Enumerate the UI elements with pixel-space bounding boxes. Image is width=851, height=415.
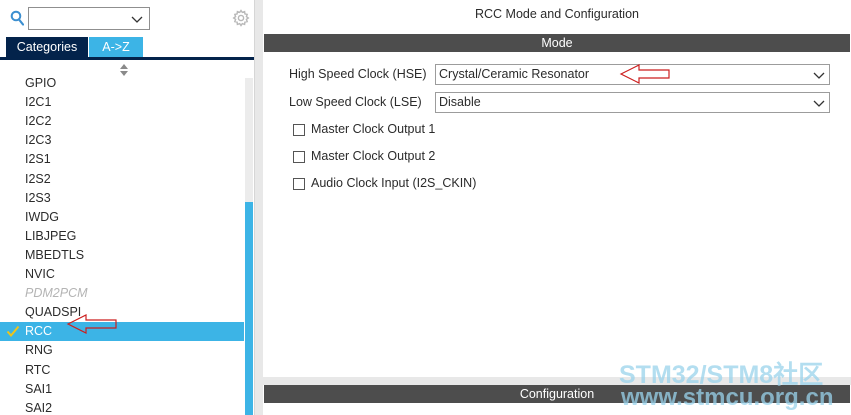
peripheral-label: GPIO — [25, 76, 57, 90]
peripheral-item-i2c1[interactable]: I2C1 — [0, 93, 244, 112]
mode-section-header[interactable]: Mode — [264, 34, 850, 52]
peripheral-item-i2c2[interactable]: I2C2 — [0, 112, 244, 131]
peripheral-item-mbedtls[interactable]: MBEDTLS — [0, 246, 244, 265]
peripheral-label: I2C1 — [25, 95, 52, 110]
search-icon[interactable] — [10, 10, 24, 26]
peripheral-label: SAI1 — [25, 381, 53, 396]
peripheral-label: I2S1 — [25, 152, 51, 167]
peripheral-label: RCC — [25, 324, 53, 339]
hint-arrow-icon — [66, 314, 117, 334]
checkbox-box[interactable] — [293, 124, 305, 136]
peripheral-item-pdm2pcm[interactable]: PDM2PCM — [0, 284, 244, 303]
checkbox-label: Master Clock Output 1 — [311, 122, 436, 136]
chevron-down-icon — [813, 100, 825, 107]
peripheral-list: GPIO I2C1 I2C2 I2C3 I2S1 I2S2 I2S3 IWDG LIBJPEG M… — [0, 57, 254, 415]
tab-categories[interactable]: Categories — [6, 37, 88, 57]
check-icon — [6, 326, 20, 338]
peripheral-item-rtc[interactable]: RTC — [0, 361, 244, 380]
peripheral-item-i2s2[interactable]: I2S2 — [0, 170, 244, 189]
peripheral-item-gpio[interactable]: GPIO — [0, 74, 244, 93]
peripheral-item-i2s3[interactable]: I2S3 — [0, 189, 244, 208]
peripheral-label: PDM2PCM — [25, 286, 88, 301]
panel-splitter-horizontal[interactable] — [263, 377, 851, 385]
peripheral-item-rcc[interactable]: RCC — [0, 322, 244, 342]
peripheral-panel: Categories A->Z GPIO I2C1 I2C2 I2C3 I2S1 I2S2… — [0, 0, 256, 415]
peripheral-item-quadspi[interactable]: QUADSPI — [0, 303, 244, 322]
gear-icon[interactable] — [232, 9, 250, 27]
hint-arrow-icon — [619, 64, 670, 84]
peripheral-label: I2C3 — [25, 133, 52, 148]
panel-splitter[interactable] — [254, 0, 263, 415]
peripheral-label: MBEDTLS — [25, 247, 85, 262]
peripheral-item-sai2[interactable]: SAI2 — [0, 399, 244, 415]
peripheral-label: I2S3 — [25, 190, 51, 205]
lse-value: Disable — [439, 95, 481, 109]
search-combo[interactable] — [28, 7, 150, 30]
checkbox-label: Audio Clock Input (I2S_CKIN) — [311, 176, 477, 190]
peripheral-item-i2c3[interactable]: I2C3 — [0, 131, 244, 150]
lse-select[interactable]: Disable — [435, 92, 830, 113]
peripheral-item-libjpeg[interactable]: LIBJPEG — [0, 227, 244, 246]
peripheral-label: I2C2 — [25, 114, 52, 129]
peripheral-item-iwdg[interactable]: IWDG — [0, 208, 244, 227]
peripheral-label: RNG — [25, 343, 53, 358]
peripheral-label: LIBJPEG — [25, 228, 77, 243]
checkbox-label: Master Clock Output 2 — [311, 149, 436, 163]
chevron-down-icon — [813, 72, 825, 79]
peripheral-item-rng[interactable]: RNG — [0, 341, 244, 360]
hse-label: High Speed Clock (HSE) — [289, 67, 427, 81]
peripheral-item-sai1[interactable]: SAI1 — [0, 380, 244, 399]
lse-label: Low Speed Clock (LSE) — [289, 95, 422, 109]
search-row — [0, 0, 254, 36]
peripheral-item-nvic[interactable]: NVIC — [0, 265, 244, 284]
tab-a-to-z[interactable]: A->Z — [89, 37, 143, 57]
checkbox-box[interactable] — [293, 151, 305, 163]
peripheral-label: RTC — [25, 362, 51, 377]
peripheral-label: NVIC — [25, 267, 55, 281]
checkbox-box[interactable] — [293, 178, 305, 190]
page-title: RCC Mode and Configuration — [475, 7, 639, 21]
peripheral-item-i2s1[interactable]: I2S1 — [0, 150, 244, 169]
peripheral-label: I2S2 — [25, 171, 51, 186]
rcc-config-panel: RCC Mode and Configuration Mode High Spe… — [263, 0, 851, 415]
list-scrollbar-thumb[interactable] — [245, 202, 253, 415]
hse-value: Crystal/Ceramic Resonator — [439, 67, 590, 81]
configuration-section-header[interactable]: Configuration — [264, 385, 850, 403]
peripheral-label: SAI2 — [25, 400, 53, 415]
chevron-down-icon — [131, 16, 143, 23]
peripheral-label: IWDG — [25, 209, 60, 224]
